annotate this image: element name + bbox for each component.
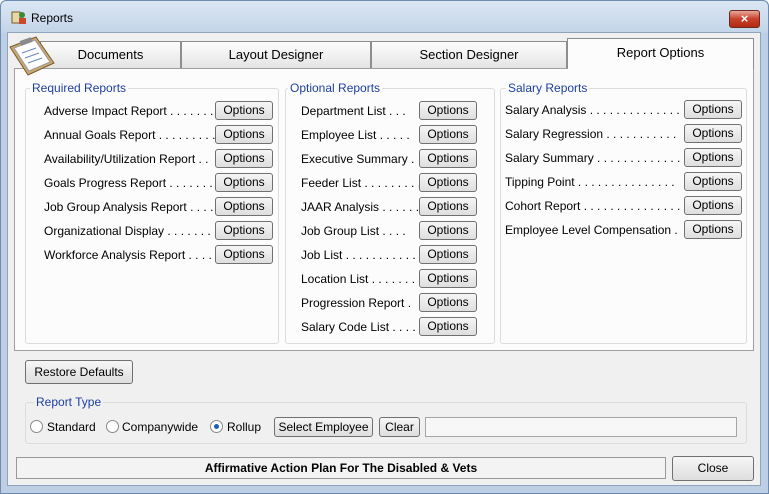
salary-options-button[interactable]: Options — [684, 148, 742, 167]
salary-options-button[interactable]: Options — [684, 220, 742, 239]
salary-reports-title: Salary Reports — [506, 81, 590, 95]
optional-options-button[interactable]: Options — [419, 149, 477, 168]
required-report-label: Job Group Analysis Report . . . . — [44, 200, 214, 214]
optional-options-button[interactable]: Options — [419, 197, 477, 216]
required-reports-title: Required Reports — [30, 81, 129, 95]
required-report-label: Organizational Display . . . . . . . . — [44, 224, 218, 238]
salary-options-button[interactable]: Options — [684, 124, 742, 143]
tab-section-designer[interactable]: Section Designer — [371, 41, 567, 68]
required-report-label: Adverse Impact Report . . . . . . . — [44, 104, 214, 118]
optional-report-label: Job Group List . . . . — [301, 224, 406, 238]
optional-report-label: Progression Report . — [301, 296, 412, 310]
salary-report-label: Employee Level Compensation . — [505, 223, 678, 237]
radio-companywide-label: Companywide — [122, 420, 199, 434]
salary-report-label: Salary Regression . . . . . . . . . . . — [505, 127, 677, 141]
clear-button[interactable]: Clear — [379, 417, 420, 437]
optional-options-button[interactable]: Options — [419, 173, 477, 192]
optional-options-button[interactable]: Options — [419, 221, 477, 240]
restore-defaults-button[interactable]: Restore Defaults — [25, 360, 133, 384]
optional-options-button[interactable]: Options — [419, 245, 477, 264]
optional-options-button[interactable]: Options — [419, 269, 477, 288]
required-options-button[interactable]: Options — [215, 125, 273, 144]
required-report-label: Availability/Utilization Report . . — [44, 152, 209, 166]
reports-app-icon — [11, 11, 26, 24]
optional-report-label: Employee List . . . . . — [301, 128, 410, 142]
salary-options-button[interactable]: Options — [684, 172, 742, 191]
window-close-button[interactable]: × — [729, 10, 760, 28]
radio-rollup[interactable] — [210, 420, 223, 433]
tab-documents[interactable]: Documents — [40, 41, 181, 68]
close-button[interactable]: Close — [672, 456, 754, 481]
optional-reports-title: Optional Reports — [288, 81, 383, 95]
optional-report-label: Executive Summary . — [301, 152, 415, 166]
required-report-label: Workforce Analysis Report . . . . — [44, 248, 212, 262]
salary-report-label: Salary Summary . . . . . . . . . . . . . — [505, 151, 681, 165]
select-employee-button[interactable]: Select Employee — [274, 417, 373, 437]
radio-standard-label: Standard — [47, 420, 96, 434]
radio-standard[interactable] — [30, 420, 43, 433]
salary-report-label: Cohort Report . . . . . . . . . . . . . … — [505, 199, 681, 213]
required-report-label: Annual Goals Report . . . . . . . . . — [44, 128, 216, 142]
optional-report-label: Feeder List . . . . . . . . . — [301, 176, 422, 190]
report-type-title: Report Type — [34, 395, 104, 409]
optional-options-button[interactable]: Options — [419, 293, 477, 312]
optional-options-button[interactable]: Options — [419, 125, 477, 144]
status-bar-text: Affirmative Action Plan For The Disabled… — [16, 457, 666, 479]
required-options-button[interactable]: Options — [215, 101, 273, 120]
selected-employee-field[interactable] — [425, 417, 737, 437]
required-options-button[interactable]: Options — [215, 173, 273, 192]
optional-report-label: JAAR Analysis . . . . . . — [301, 200, 420, 214]
clipboard-icon — [9, 36, 55, 76]
required-report-label: Goals Progress Report . . . . . . . — [44, 176, 213, 190]
tab-layout-designer[interactable]: Layout Designer — [181, 41, 371, 68]
optional-report-label: Salary Code List . . . . — [301, 320, 416, 334]
optional-report-label: Department List . . . — [301, 104, 406, 118]
salary-options-button[interactable]: Options — [684, 196, 742, 215]
salary-report-label: Salary Analysis . . . . . . . . . . . . … — [505, 103, 680, 117]
optional-options-button[interactable]: Options — [419, 101, 477, 120]
salary-options-button[interactable]: Options — [684, 100, 742, 119]
title-bar[interactable]: Reports × — [1, 1, 768, 33]
salary-report-label: Tipping Point . . . . . . . . . . . . . … — [505, 175, 675, 189]
radio-companywide[interactable] — [106, 420, 119, 433]
tab-report-options[interactable]: Report Options — [567, 38, 754, 69]
optional-report-label: Location List . . . . . . . — [301, 272, 416, 286]
window-title: Reports — [31, 11, 74, 25]
required-options-button[interactable]: Options — [215, 221, 273, 240]
required-options-button[interactable]: Options — [215, 197, 273, 216]
optional-options-button[interactable]: Options — [419, 317, 477, 336]
required-options-button[interactable]: Options — [215, 245, 273, 264]
optional-report-label: Job List . . . . . . . . . . . — [301, 248, 416, 262]
required-options-button[interactable]: Options — [215, 149, 273, 168]
radio-rollup-label: Rollup — [227, 420, 262, 434]
